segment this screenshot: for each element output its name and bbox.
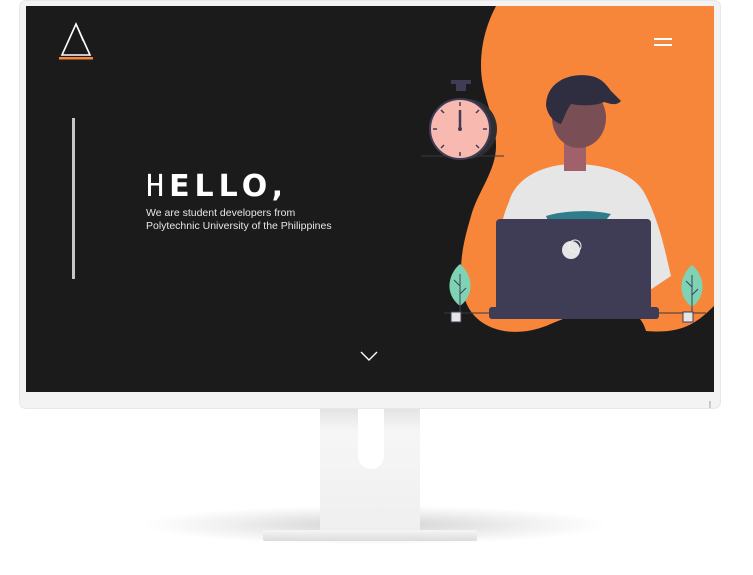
- hero-title-rest: ELLO: [169, 169, 272, 204]
- laptop-icon: [489, 219, 659, 319]
- hero-title: HELLO,: [146, 169, 288, 205]
- hamburger-menu-icon[interactable]: [654, 36, 676, 48]
- triangle-logo-icon[interactable]: [59, 21, 93, 61]
- power-indicator: [709, 401, 711, 408]
- hero-title-first-letter: H: [146, 169, 170, 204]
- hero-title-punct: ,: [271, 169, 288, 204]
- monitor-screen: HELLO, We are student developers from Po…: [26, 6, 714, 392]
- monitor-stand-base: [263, 530, 477, 541]
- monitor-stand-slot: [358, 409, 384, 469]
- hero-subtitle-line1: We are student developers from: [146, 207, 296, 219]
- chevron-down-icon[interactable]: [360, 350, 378, 362]
- hero-subtitle-line2: Polytechnic University of the Philippine…: [146, 219, 332, 232]
- hero-illustration: [421, 6, 714, 332]
- hero-subtitle: We are student developers from Polytechn…: [146, 207, 406, 232]
- decorative-vertical-bar: [72, 118, 75, 279]
